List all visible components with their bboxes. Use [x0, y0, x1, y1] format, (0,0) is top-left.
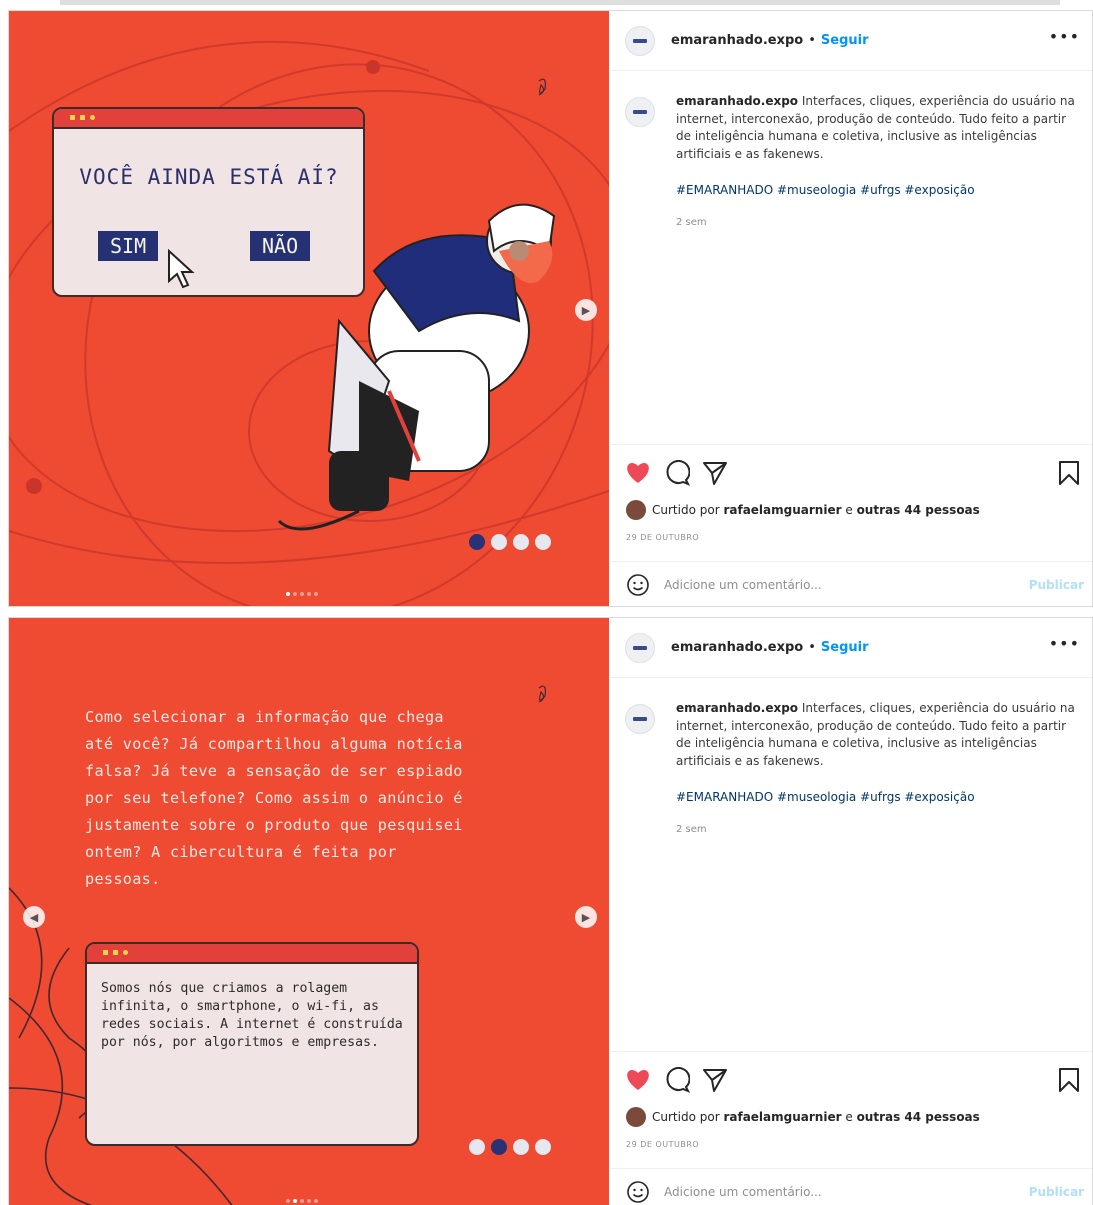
window-titlebar — [54, 109, 363, 129]
follow-button[interactable]: Seguir — [821, 640, 869, 655]
instagram-post-1: VOCÊ AINDA ESTÁ AÍ? SIM NÃO ▶ emaranhado… — [8, 10, 1093, 607]
post-header: emaranhado.expo • Seguir ••• — [610, 618, 1092, 678]
likes-rest[interactable]: outras 44 pessoas — [857, 1110, 980, 1124]
cursor-icon — [168, 249, 195, 289]
caption-time: 2 sem — [676, 824, 707, 835]
slide-paragraph: Como selecionar a informação que chega a… — [85, 708, 463, 888]
next-slide-button[interactable]: ▶ — [575, 299, 597, 321]
chevron-right-icon: ▶ — [581, 910, 591, 924]
caption-avatar[interactable] — [625, 97, 655, 127]
window-titlebar — [87, 944, 417, 964]
liker-avatar[interactable] — [626, 1107, 646, 1127]
yes-button[interactable]: SIM — [98, 231, 159, 261]
bookmark-icon[interactable] — [1054, 1065, 1084, 1095]
post-side-panel: emaranhado.expo • Seguir ••• emaranhado.… — [610, 618, 1092, 1205]
next-slide-button[interactable]: ▶ — [575, 906, 597, 928]
emoji-icon[interactable] — [626, 573, 650, 597]
liker-avatar[interactable] — [626, 500, 646, 520]
bookmark-icon[interactable] — [1054, 458, 1084, 488]
caption-text: emaranhado.expo Interfaces, cliques, exp… — [676, 700, 1076, 770]
instagram-post-2: Como selecionar a informação que chega a… — [8, 617, 1093, 1205]
likes-user[interactable]: rafaelamguarnier — [723, 503, 841, 517]
likes-prefix: Curtido por — [652, 1110, 720, 1124]
caption: emaranhado.expo Interfaces, cliques, exp… — [625, 700, 1080, 770]
comment-input[interactable]: Adicione um comentário... — [664, 1185, 822, 1199]
comment-bar: Adicione um comentário... Publicar — [610, 1168, 1092, 1205]
avatar[interactable] — [625, 632, 655, 663]
header-separator: • — [808, 640, 816, 655]
likes-summary: Curtido por rafaelamguarnier e outras 44… — [626, 500, 980, 520]
post-actions: Curtido por rafaelamguarnier e outras 44… — [610, 444, 1092, 561]
heart-icon[interactable] — [623, 458, 653, 488]
caption: emaranhado.expo Interfaces, cliques, exp… — [625, 93, 1080, 163]
emoji-icon[interactable] — [626, 1180, 650, 1204]
header-username[interactable]: emaranhado.expo — [671, 640, 803, 655]
post-media-carousel[interactable]: VOCÊ AINDA ESTÁ AÍ? SIM NÃO ▶ — [9, 11, 609, 606]
comment-icon[interactable] — [662, 458, 692, 488]
comment-icon[interactable] — [662, 1065, 692, 1095]
slide-indicator-illustration — [469, 1139, 551, 1155]
caption-time: 2 sem — [676, 217, 707, 228]
post-date: 29 DE OUTUBRO — [626, 1140, 700, 1149]
header-username[interactable]: emaranhado.expo — [671, 33, 803, 48]
logo-mark — [538, 78, 546, 96]
carousel-pager — [286, 1199, 318, 1203]
carousel-pager — [286, 592, 318, 596]
comment-input[interactable]: Adicione um comentário... — [664, 578, 822, 592]
publish-button[interactable]: Publicar — [1029, 578, 1084, 592]
post-header: emaranhado.expo • Seguir ••• — [610, 11, 1092, 71]
caption-avatar[interactable] — [625, 704, 655, 734]
more-options-icon[interactable]: ••• — [1049, 27, 1080, 46]
follow-button[interactable]: Seguir — [821, 33, 869, 48]
caption-username[interactable]: emaranhado.expo — [676, 701, 798, 715]
post-media-carousel[interactable]: Como selecionar a informação que chega a… — [9, 618, 609, 1205]
post-date: 29 DE OUTUBRO — [626, 533, 700, 542]
slide-indicator-illustration — [469, 534, 551, 550]
more-options-icon[interactable]: ••• — [1049, 634, 1080, 653]
likes-summary: Curtido por rafaelamguarnier e outras 44… — [626, 1107, 980, 1127]
likes-rest[interactable]: outras 44 pessoas — [857, 503, 980, 517]
chevron-left-icon: ◀ — [29, 910, 39, 924]
post-actions: Curtido por rafaelamguarnier e outras 44… — [610, 1051, 1092, 1168]
publish-button[interactable]: Publicar — [1029, 1185, 1084, 1199]
header-separator: • — [808, 33, 816, 48]
avatar[interactable] — [625, 25, 655, 56]
caption-hashtags[interactable]: #EMARANHADO #museologia #ufrgs #exposiçã… — [676, 790, 975, 804]
logo-mark — [538, 685, 546, 703]
caption-username[interactable]: emaranhado.expo — [676, 94, 798, 108]
top-strip — [0, 0, 1093, 10]
comment-bar: Adicione um comentário... Publicar — [610, 561, 1092, 606]
post-side-panel: emaranhado.expo • Seguir ••• emaranhado.… — [610, 11, 1092, 606]
heart-icon[interactable] — [623, 1065, 653, 1095]
share-icon[interactable] — [700, 1065, 730, 1095]
message-window: Somos nós que criamos a rolagem infinita… — [85, 942, 419, 1146]
window-message: Somos nós que criamos a rolagem infinita… — [101, 981, 403, 1050]
likes-middle: e — [845, 503, 853, 517]
chevron-right-icon: ▶ — [581, 303, 591, 317]
caption-text: emaranhado.expo Interfaces, cliques, exp… — [676, 93, 1076, 163]
likes-middle: e — [845, 1110, 853, 1124]
caption-hashtags[interactable]: #EMARANHADO #museologia #ufrgs #exposiçã… — [676, 183, 975, 197]
likes-user[interactable]: rafaelamguarnier — [723, 1110, 841, 1124]
character-illustration — [277, 203, 556, 531]
likes-prefix: Curtido por — [652, 503, 720, 517]
previous-slide-button[interactable]: ◀ — [23, 906, 45, 928]
share-icon[interactable] — [700, 458, 730, 488]
